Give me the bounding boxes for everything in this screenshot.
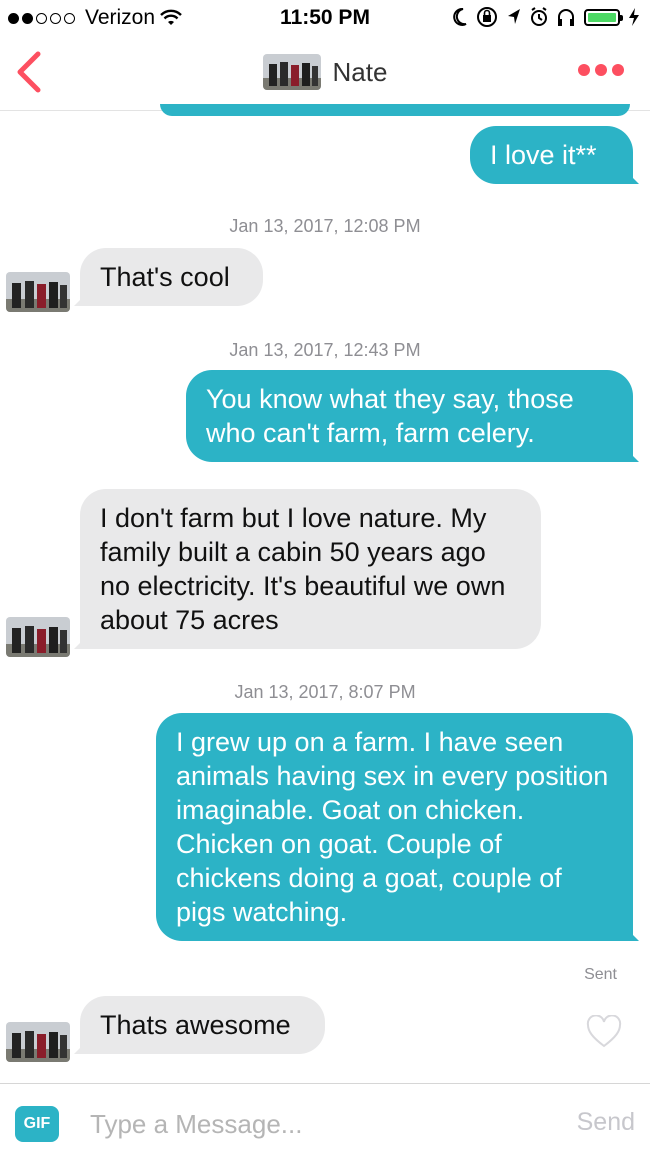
headphones-icon [558, 9, 574, 26]
incoming-message[interactable]: Thats awesome [74, 996, 325, 1054]
send-button[interactable]: Send [577, 1108, 635, 1137]
location-arrow-icon [508, 9, 520, 24]
outgoing-message[interactable]: I love it** [470, 126, 639, 184]
message-timestamp: Jan 13, 2017, 12:08 PM [229, 216, 421, 236]
incoming-message[interactable]: I don't farm but I love nature. My famil… [74, 489, 541, 649]
rotation-lock-icon [477, 7, 497, 27]
incoming-message[interactable]: That's cool [74, 248, 263, 306]
sent-status: Sent [584, 966, 617, 983]
charging-bolt-icon [629, 8, 639, 26]
sender-avatar[interactable] [6, 1022, 70, 1062]
message-timestamp: Jan 13, 2017, 8:07 PM [234, 682, 416, 702]
outgoing-message[interactable]: You know what they say, those who can't … [186, 370, 639, 462]
battery-icon [584, 8, 623, 26]
contact-info[interactable]: Nate [0, 54, 650, 90]
gif-button[interactable]: GIF [15, 1106, 59, 1142]
status-bar-right [452, 6, 640, 28]
outgoing-message[interactable]: I grew up on a farm. I have seen animals… [156, 713, 639, 941]
contact-avatar[interactable] [262, 54, 321, 90]
heart-icon[interactable] [586, 1015, 622, 1049]
contact-name: Nate [332, 56, 388, 87]
status-bar: Verizon 11:50 PM [0, 0, 650, 36]
alarm-icon [531, 7, 547, 26]
sender-avatar[interactable] [6, 617, 70, 657]
message-timestamp: Jan 13, 2017, 12:43 PM [229, 340, 421, 360]
more-options-icon[interactable] [578, 64, 624, 76]
message-input[interactable] [90, 1104, 540, 1144]
previous-message-bubble [160, 104, 630, 116]
message-composer: GIF Send [0, 1083, 650, 1149]
chat-header: Nate [0, 36, 650, 111]
moon-icon [453, 7, 467, 26]
sender-avatar[interactable] [6, 272, 70, 312]
